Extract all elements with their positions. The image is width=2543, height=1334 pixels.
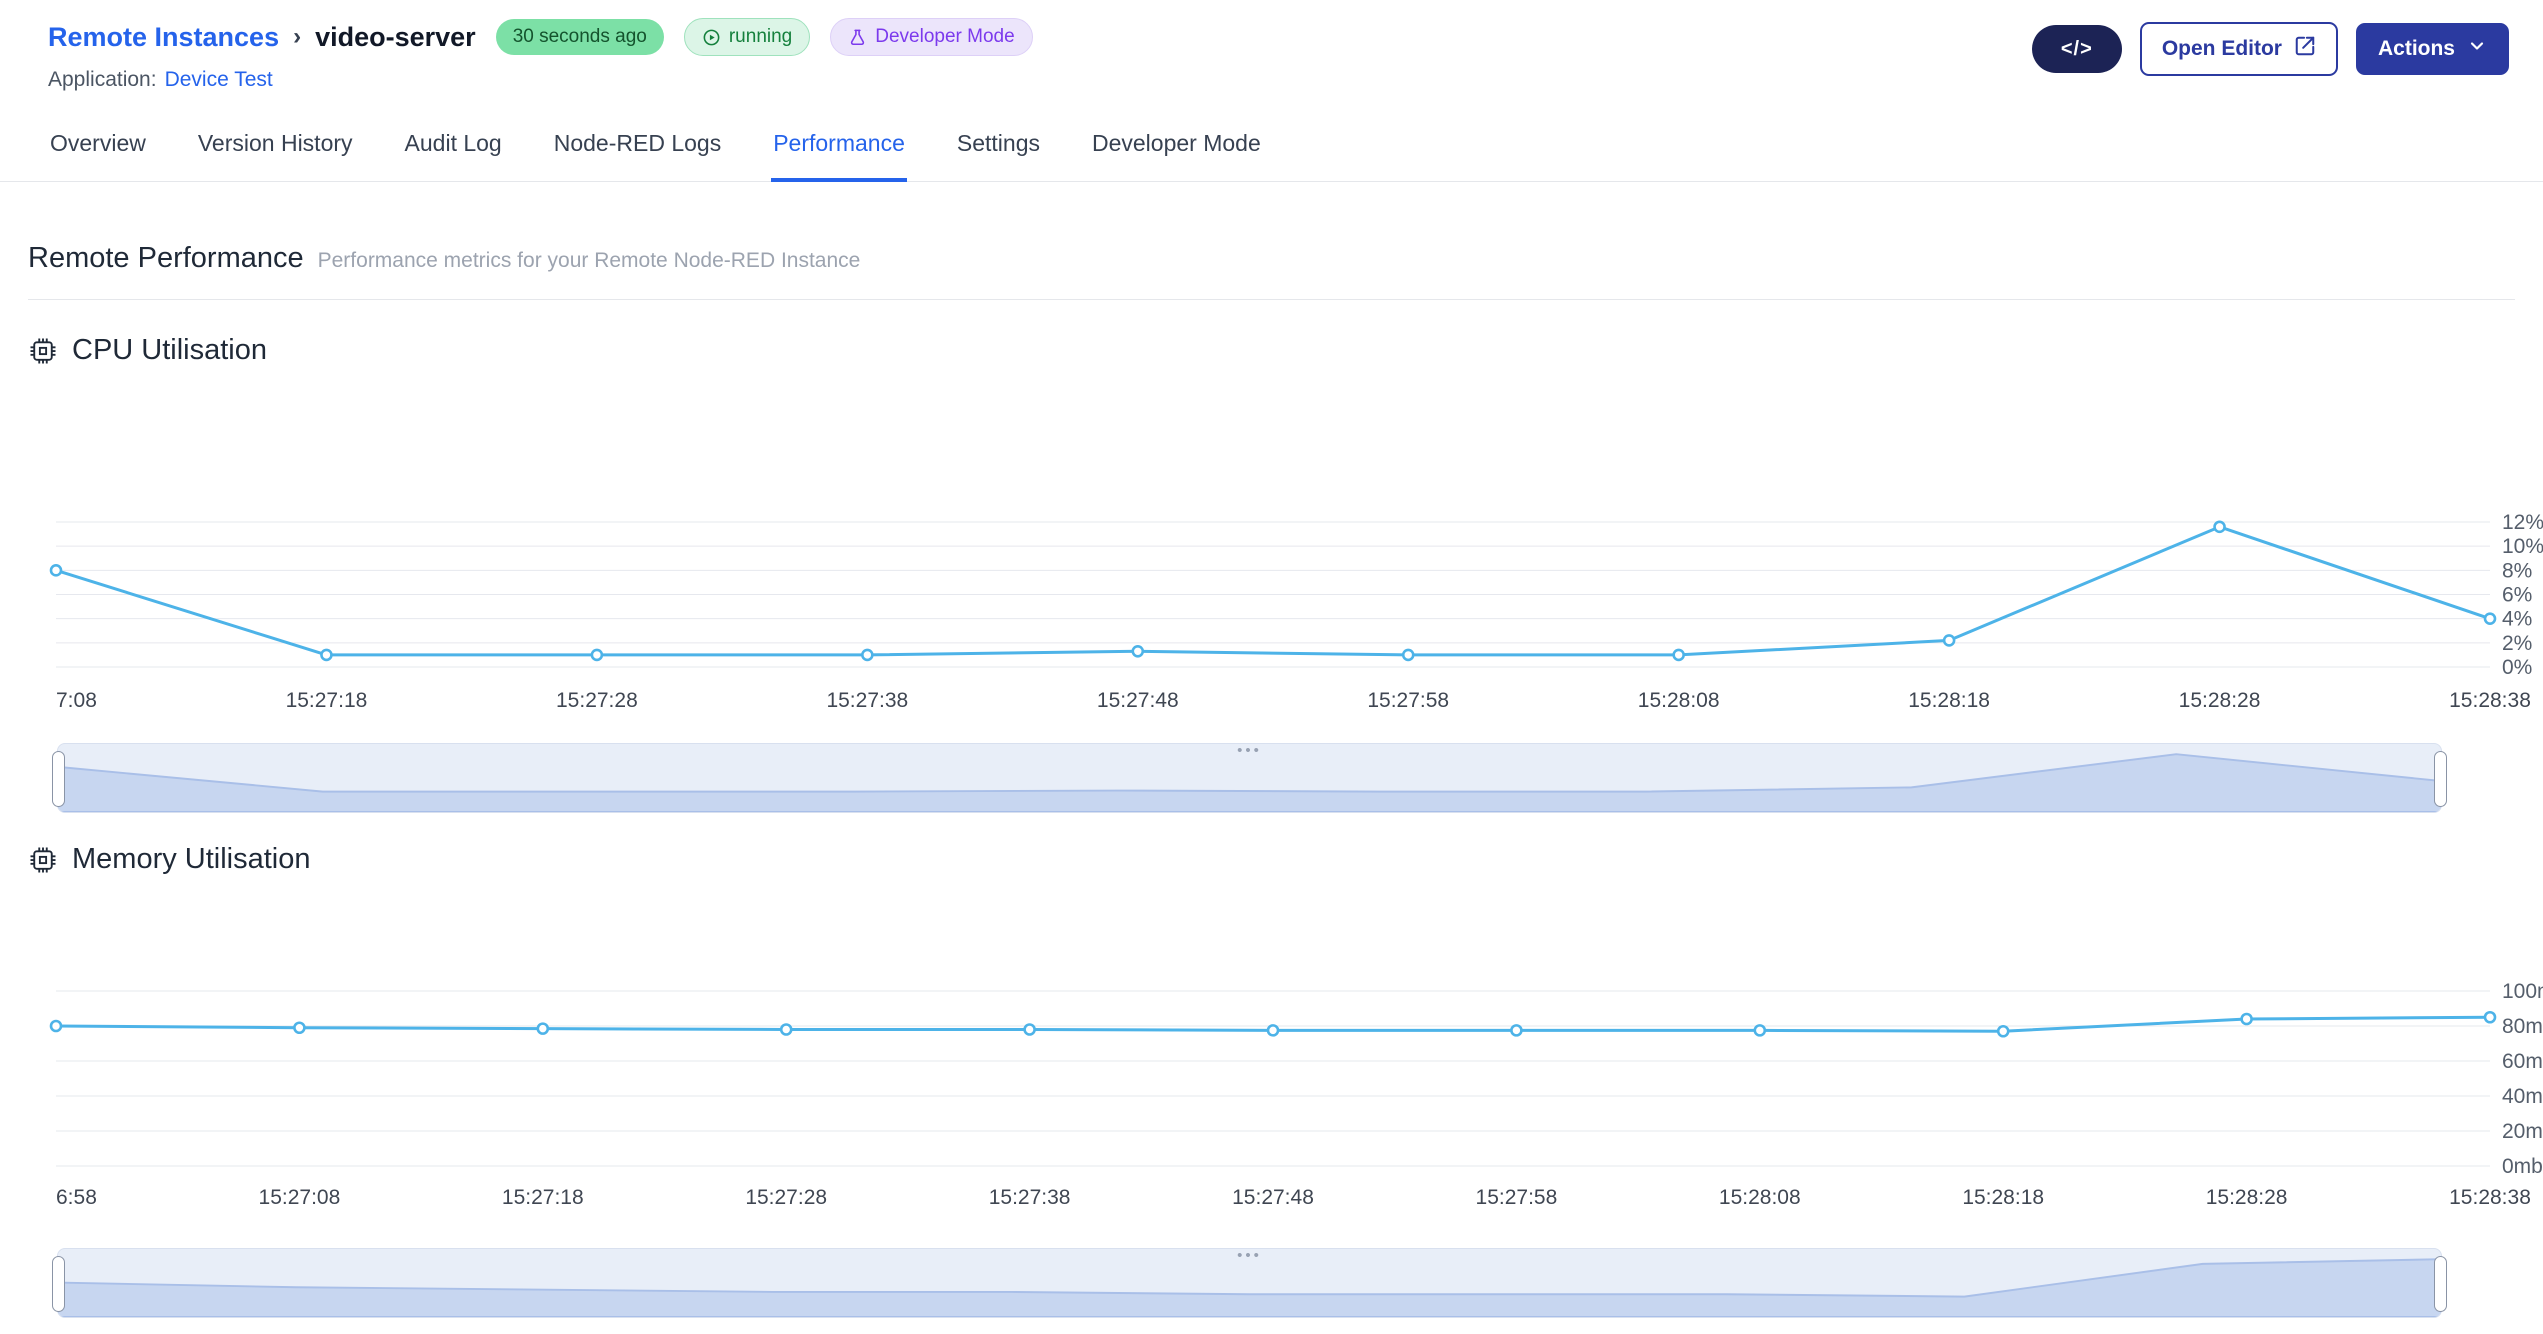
main-content: Remote Performance Performance metrics f…: [0, 242, 2543, 1318]
svg-text:0%: 0%: [2502, 656, 2532, 679]
tab-audit-log[interactable]: Audit Log: [403, 114, 504, 182]
cpu-section-label: CPU Utilisation: [72, 334, 267, 366]
page-subtitle: Performance metrics for your Remote Node…: [317, 249, 861, 272]
page-title: Remote Performance: [28, 242, 304, 274]
tab-performance[interactable]: Performance: [771, 114, 907, 182]
svg-text:7:08: 7:08: [56, 689, 97, 712]
svg-text:15:28:08: 15:28:08: [1719, 1186, 1801, 1208]
tab-settings[interactable]: Settings: [955, 114, 1042, 182]
application-label: Application:: [48, 68, 157, 91]
application-link[interactable]: Device Test: [165, 68, 273, 91]
page-header: Remote Instances › video-server 30 secon…: [0, 0, 2543, 92]
svg-text:60mb: 60mb: [2502, 1050, 2543, 1073]
application-row: Application: Device Test: [48, 68, 1033, 92]
chevron-down-icon: [2467, 36, 2487, 62]
tab-node-red-logs[interactable]: Node-RED Logs: [552, 114, 723, 182]
open-editor-label: Open Editor: [2161, 37, 2282, 60]
open-editor-button[interactable]: Open Editor: [2139, 22, 2338, 76]
svg-text:80mb: 80mb: [2502, 1015, 2543, 1038]
tab-bar: Overview Version History Audit Log Node-…: [0, 114, 2543, 182]
svg-text:15:27:48: 15:27:48: [1097, 689, 1179, 712]
flask-icon: [848, 28, 867, 47]
actions-button[interactable]: Actions: [2355, 23, 2509, 75]
svg-text:0mb: 0mb: [2502, 1155, 2543, 1178]
editor-toggle-pill[interactable]: </>: [2031, 25, 2122, 73]
svg-text:20mb: 20mb: [2502, 1120, 2543, 1143]
actions-label: Actions: [2377, 37, 2455, 60]
header-actions: </> Open Editor Actions: [2031, 18, 2509, 76]
svg-text:15:27:18: 15:27:18: [502, 1186, 584, 1208]
last-seen-label: 30 seconds ago: [512, 26, 647, 47]
tab-developer-mode[interactable]: Developer Mode: [1090, 114, 1263, 182]
page-heading: Remote Performance Performance metrics f…: [28, 242, 2515, 300]
memory-brush[interactable]: •••: [52, 1248, 2447, 1318]
header-left: Remote Instances › video-server 30 secon…: [48, 18, 1033, 92]
memory-section-title: Memory Utilisation: [28, 843, 2515, 876]
svg-text:6:58: 6:58: [56, 1186, 97, 1208]
svg-text:15:27:18: 15:27:18: [286, 689, 368, 712]
svg-text:15:27:28: 15:27:28: [556, 689, 638, 712]
memory-chart: 0mb 20mb 40mb 60mb 80mb 100mb 6:58 15:27:08 15:2…: [49, 980, 2543, 1208]
svg-text:15:27:08: 15:27:08: [259, 1186, 341, 1208]
memory-section-label: Memory Utilisation: [72, 843, 311, 875]
status-badge: running: [683, 18, 811, 56]
breadcrumb-remote-instances[interactable]: Remote Instances: [48, 22, 279, 53]
svg-text:15:28:28: 15:28:28: [2206, 1186, 2288, 1208]
breadcrumb-instance-name: video-server: [315, 21, 476, 52]
external-link-icon: [2294, 35, 2316, 63]
svg-text:100mb: 100mb: [2502, 980, 2543, 1003]
memory-brush-handle-right[interactable]: [2434, 1256, 2447, 1312]
cpu-section-title: CPU Utilisation: [28, 334, 2515, 367]
svg-text:6%: 6%: [2502, 584, 2532, 607]
cpu-chart: 0%2%4%6%8%10%12% 7:08 15:27:18 15:27:28 15:2…: [49, 511, 2543, 712]
cpu-brush-handle-left[interactable]: [52, 751, 65, 807]
memory-brush-handle-left[interactable]: [52, 1256, 65, 1312]
svg-text:4%: 4%: [2502, 608, 2532, 631]
svg-text:15:27:58: 15:27:58: [1367, 689, 1449, 712]
svg-text:15:28:38: 15:28:38: [2449, 689, 2531, 712]
svg-text:15:28:18: 15:28:18: [1962, 1186, 2044, 1208]
svg-text:2%: 2%: [2502, 632, 2532, 655]
memory-chip-icon: [28, 845, 58, 875]
play-circle-icon: [702, 28, 721, 47]
svg-text:15:27:58: 15:27:58: [1476, 1186, 1558, 1208]
memory-brush-grip[interactable]: •••: [1237, 1248, 1262, 1263]
svg-text:15:27:28: 15:27:28: [745, 1186, 827, 1208]
svg-text:15:28:28: 15:28:28: [2179, 689, 2261, 712]
status-label: running: [728, 26, 793, 47]
cpu-brush-handle-right[interactable]: [2434, 751, 2447, 807]
developer-mode-label: Developer Mode: [875, 26, 1015, 47]
cpu-brush[interactable]: •••: [52, 743, 2447, 813]
cpu-chip-icon: [28, 336, 58, 366]
svg-text:10%: 10%: [2502, 535, 2543, 558]
tab-overview[interactable]: Overview: [48, 114, 148, 182]
svg-text:8%: 8%: [2502, 559, 2532, 582]
breadcrumb: Remote Instances › video-server 30 secon…: [48, 18, 1033, 56]
svg-text:15:28:38: 15:28:38: [2449, 1186, 2531, 1208]
code-icon: </>: [2060, 37, 2093, 60]
svg-text:15:28:08: 15:28:08: [1638, 689, 1720, 712]
svg-text:15:27:38: 15:27:38: [826, 689, 908, 712]
svg-text:15:27:38: 15:27:38: [989, 1186, 1071, 1208]
last-seen-badge: 30 seconds ago: [495, 19, 664, 55]
breadcrumb-separator: ›: [293, 23, 302, 50]
svg-text:12%: 12%: [2502, 511, 2543, 534]
developer-mode-badge: Developer Mode: [830, 18, 1033, 56]
svg-text:40mb: 40mb: [2502, 1085, 2543, 1108]
svg-text:15:27:48: 15:27:48: [1232, 1186, 1314, 1208]
cpu-brush-grip[interactable]: •••: [1237, 743, 1262, 758]
tab-version-history[interactable]: Version History: [196, 114, 355, 182]
svg-text:15:28:18: 15:28:18: [1908, 689, 1990, 712]
